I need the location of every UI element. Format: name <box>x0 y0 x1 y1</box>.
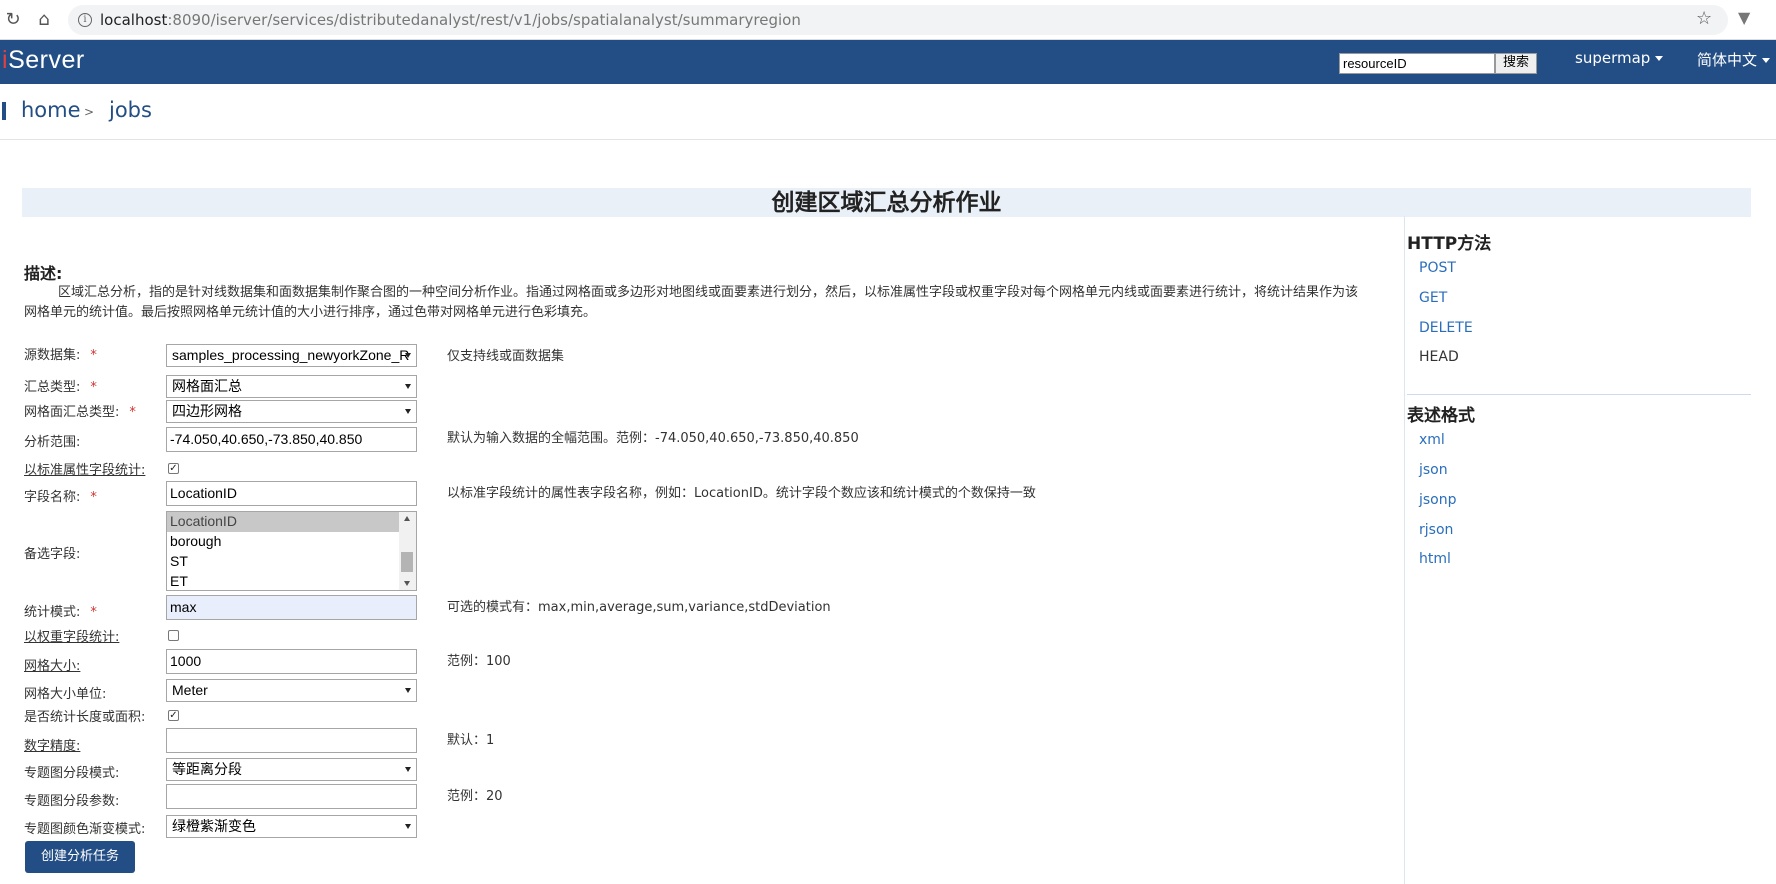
language-menu[interactable]: 简体中文 <box>1697 49 1771 70</box>
url-text[interactable]: localhost:8090/iserver/services/distribu… <box>100 11 801 29</box>
caret-down-icon <box>1762 58 1771 63</box>
fields-hint: 以标准字段统计的属性表字段名称，例如：LocationID。统计字段个数应该和统… <box>447 486 1036 501</box>
http-method-get-link[interactable]: GET <box>1419 290 1447 306</box>
range-mode-select[interactable]: 等距离分段 <box>166 758 417 781</box>
list-option[interactable]: borough <box>167 532 399 552</box>
candidate-fields-listbox[interactable]: LocationID borough ST ET <box>166 511 417 591</box>
sum-shape-label: 是否统计长度或面积: <box>24 710 146 725</box>
scroll-thumb[interactable] <box>401 552 413 572</box>
http-method-head: HEAD <box>1419 349 1459 365</box>
range-count-hint: 范例：20 <box>447 789 503 804</box>
search-button[interactable]: 搜索 <box>1495 53 1537 74</box>
format-html-link[interactable]: html <box>1419 551 1451 567</box>
standard-summary-checkbox[interactable]: ✓ <box>168 463 179 474</box>
caret-down-icon <box>1655 56 1664 61</box>
list-option[interactable]: ST <box>167 552 399 572</box>
scroll-up-icon[interactable] <box>404 516 410 521</box>
mesh-type-select[interactable]: 四边形网格 <box>166 400 417 423</box>
app-header: iServer 搜索 supermap 简体中文 <box>0 40 1776 84</box>
title-band: 创建区域汇总分析作业 <box>22 188 1751 217</box>
home-icon[interactable]: ⌂ <box>33 9 55 31</box>
browser-toolbar: ↻ ⌂ i localhost:8090/iserver/services/di… <box>0 0 1776 40</box>
breadcrumb-home-link[interactable]: home <box>21 98 81 122</box>
dropdown-arrow-icon <box>405 824 411 829</box>
sidebar-divider <box>1404 216 1405 884</box>
resolution-label: 网格大小: <box>24 659 81 674</box>
breadcrumb-accent <box>2 102 6 120</box>
scroll-down-icon[interactable] <box>404 581 410 586</box>
source-dataset-label: 源数据集: * <box>24 348 97 363</box>
mesh-size-unit-select[interactable]: Meter <box>166 679 417 702</box>
format-rjson-link[interactable]: rjson <box>1419 522 1453 538</box>
user-menu[interactable]: supermap <box>1575 49 1664 67</box>
extension-icon[interactable]: ▼ <box>1738 8 1750 27</box>
dropdown-arrow-icon <box>405 688 411 693</box>
format-jsonp-link[interactable]: jsonp <box>1419 492 1457 508</box>
breadcrumb-separator: > <box>84 105 95 119</box>
precision-input[interactable] <box>166 728 417 753</box>
http-methods-heading: HTTP方法 <box>1407 234 1492 254</box>
standard-summary-label: 以标准属性字段统计: <box>24 463 146 478</box>
query-hint: 默认为输入数据的全幅范围。范例：-74.050,40.650,-73.850,4… <box>447 431 859 446</box>
create-job-button[interactable]: 创建分析任务 <box>25 841 135 873</box>
resolution-input[interactable]: 1000 <box>166 649 417 674</box>
mesh-type-label: 网格面汇总类型: * <box>24 405 136 420</box>
search-input[interactable] <box>1339 53 1495 74</box>
format-json-link[interactable]: json <box>1419 462 1448 478</box>
summary-type-select[interactable]: 网格面汇总 <box>166 375 417 398</box>
range-count-label: 专题图分段参数: <box>24 794 120 809</box>
precision-label: 数字精度: <box>24 739 81 754</box>
precision-hint: 默认：1 <box>447 733 495 748</box>
stat-modes-hint: 可选的模式有：max,min,average,sum,variance,stdD… <box>447 600 831 615</box>
list-option[interactable]: LocationID <box>167 512 399 532</box>
http-method-post-link[interactable]: POST <box>1419 260 1456 276</box>
dropdown-arrow-icon <box>405 353 411 358</box>
format-xml-link[interactable]: xml <box>1419 432 1445 448</box>
iserver-logo[interactable]: iServer <box>2 46 85 75</box>
description-heading: 描述: <box>24 264 63 283</box>
range-mode-label: 专题图分段模式: <box>24 766 120 781</box>
divider <box>0 139 1776 140</box>
info-icon[interactable]: i <box>78 13 92 27</box>
formats-heading: 表述格式 <box>1407 406 1475 426</box>
reload-icon[interactable]: ↻ <box>2 9 24 31</box>
sidebar-separator <box>1407 394 1751 395</box>
fields-label: 字段名称: * <box>24 490 97 505</box>
page-title: 创建区域汇总分析作业 <box>771 190 1002 216</box>
color-gradient-select[interactable]: 绿橙紫渐变色 <box>166 815 417 838</box>
listbox-scrollbar[interactable] <box>399 512 416 590</box>
sum-shape-checkbox[interactable]: ✓ <box>168 710 179 721</box>
source-dataset-select[interactable]: samples_processing_newyorkZone_R <box>166 344 417 367</box>
description-text: 区域汇总分析，指的是针对线数据集和面数据集制作聚合图的一种空间分析作业。指通过网… <box>24 285 1359 320</box>
list-option[interactable]: ET <box>167 572 399 590</box>
resolution-hint: 范例：100 <box>447 654 511 669</box>
summary-type-label: 汇总类型: * <box>24 380 97 395</box>
breadcrumb-jobs-link[interactable]: jobs <box>109 98 152 122</box>
weight-summary-label: 以权重字段统计: <box>24 630 120 645</box>
weight-summary-checkbox[interactable] <box>168 630 179 641</box>
fields-input[interactable]: LocationID <box>166 481 417 506</box>
http-method-delete-link[interactable]: DELETE <box>1419 320 1473 336</box>
color-gradient-label: 专题图颜色渐变模式: <box>24 822 146 837</box>
dropdown-arrow-icon <box>405 767 411 772</box>
range-count-input[interactable] <box>166 784 417 809</box>
dropdown-arrow-icon <box>405 409 411 414</box>
query-label: 分析范围: <box>24 435 81 450</box>
address-bar[interactable]: i localhost:8090/iserver/services/distri… <box>68 5 1728 35</box>
candidate-fields-label: 备选字段: <box>24 547 81 562</box>
stat-modes-label: 统计模式: * <box>24 605 97 620</box>
bookmark-star-icon[interactable]: ☆ <box>1696 8 1712 29</box>
dropdown-arrow-icon <box>405 384 411 389</box>
mesh-size-unit-label: 网格大小单位: <box>24 687 107 702</box>
stat-modes-input[interactable]: max <box>166 595 417 620</box>
query-input[interactable]: -74.050,40.650,-73.850,40.850 <box>166 427 417 452</box>
source-dataset-hint: 仅支持线或面数据集 <box>447 349 565 364</box>
